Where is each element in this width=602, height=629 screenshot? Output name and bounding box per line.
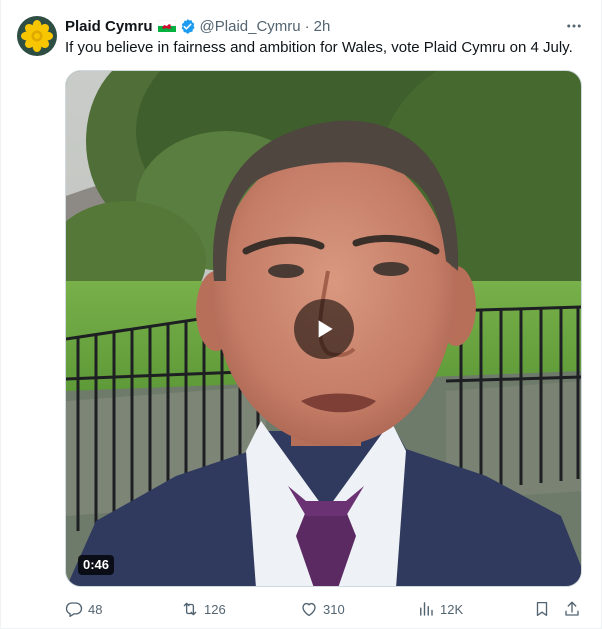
more-button[interactable]	[563, 16, 585, 36]
share-button[interactable]	[563, 598, 581, 620]
avatar[interactable]	[17, 16, 57, 56]
daffodil-logo-icon	[21, 20, 53, 52]
author-name[interactable]: Plaid Cymru	[65, 18, 153, 35]
post-time[interactable]: 2h	[314, 18, 331, 35]
repost-button[interactable]: 126	[181, 598, 226, 620]
heart-icon	[302, 602, 316, 617]
tweet-text: If you believe in fairness and ambition …	[65, 39, 573, 56]
wales-flag-icon	[157, 20, 176, 32]
video-player[interactable]: 0:46	[65, 70, 582, 587]
views-icon	[420, 602, 433, 616]
reply-icon	[65, 602, 83, 618]
header-separator: ·	[304, 17, 310, 35]
author-handle[interactable]: @Plaid_Cymru	[200, 18, 301, 35]
like-count: 310	[323, 601, 345, 617]
repost-icon	[183, 602, 197, 616]
verified-badge-icon	[181, 18, 195, 34]
play-button[interactable]	[294, 299, 354, 359]
like-button[interactable]: 310	[300, 598, 345, 620]
tweet-header: Plaid Cymru @Plaid_Cymru · 2h	[65, 16, 585, 36]
reply-count: 48	[88, 601, 103, 617]
video-duration: 0:46	[78, 555, 115, 575]
views-button[interactable]: 12K	[417, 598, 463, 620]
bookmark-icon	[536, 601, 548, 617]
tweet-card[interactable]: Plaid Cymru @Plaid_Cymru · 2h If you bel…	[0, 0, 602, 629]
more-icon	[567, 24, 581, 28]
view-count: 12K	[440, 601, 464, 617]
tweet-actions: 48 126 310 12K	[65, 598, 585, 620]
reply-button[interactable]: 48	[65, 598, 102, 620]
share-icon	[565, 601, 579, 616]
play-icon	[318, 320, 333, 338]
bookmark-button[interactable]	[533, 598, 551, 620]
repost-count: 126	[204, 601, 226, 617]
